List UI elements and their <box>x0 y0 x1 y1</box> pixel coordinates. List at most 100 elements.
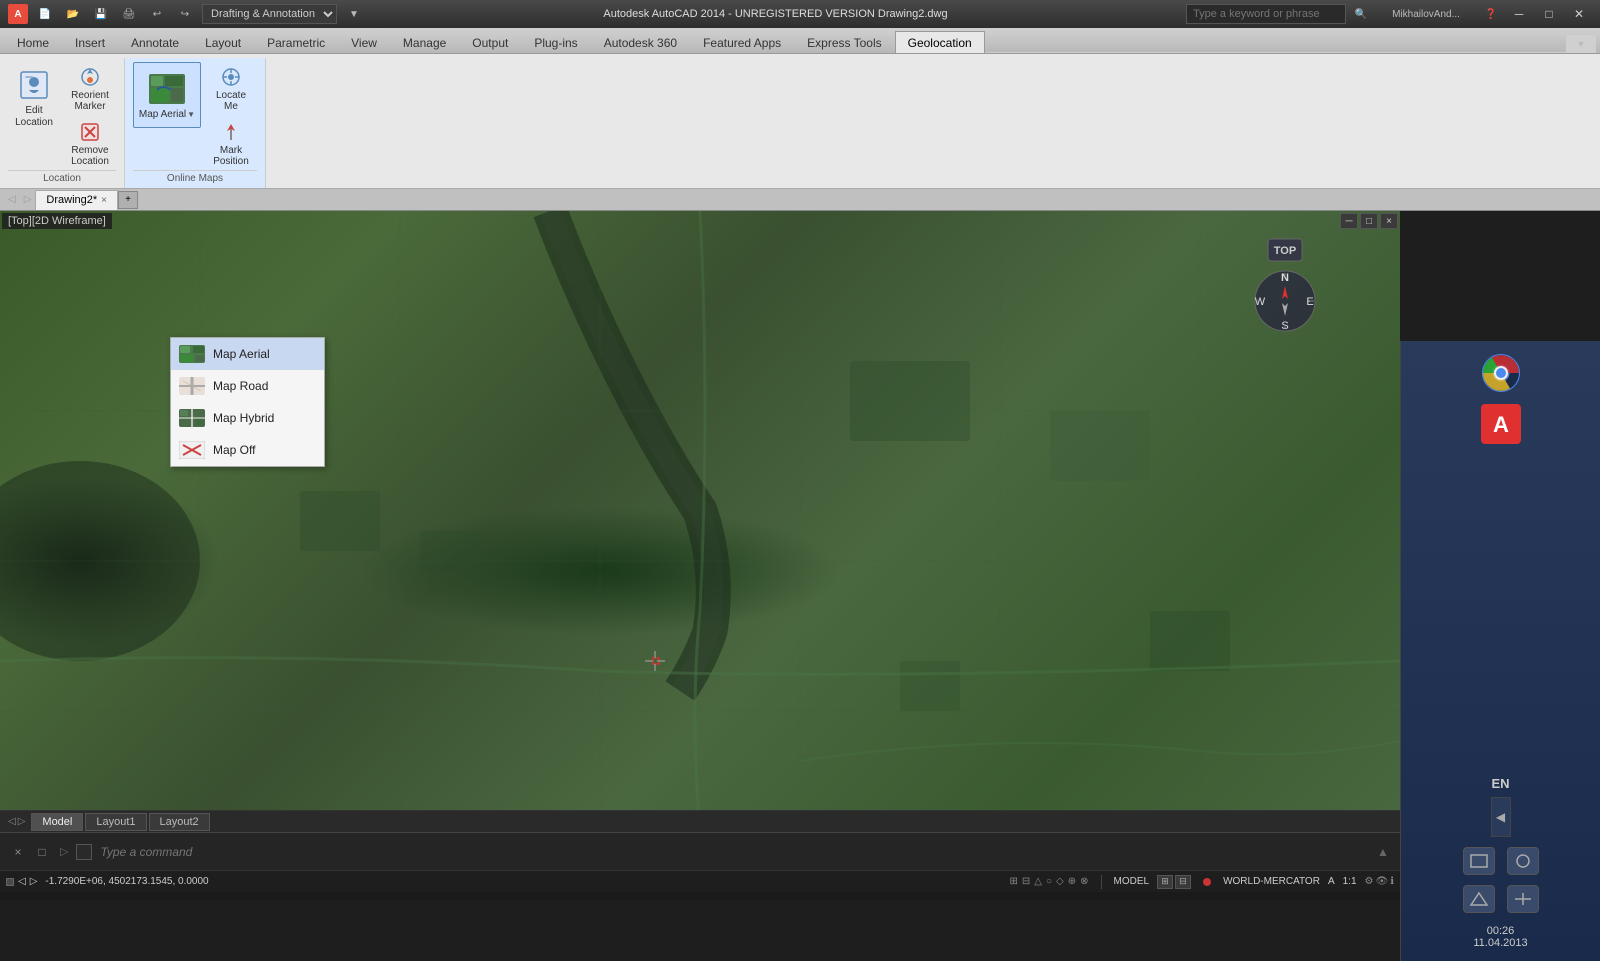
mark-position-button[interactable]: MarkPosition <box>205 117 257 170</box>
command-close-icon[interactable]: × <box>8 842 28 862</box>
workspace-select[interactable]: Drafting & Annotation <box>202 4 337 24</box>
map-off-menu-icon <box>179 440 205 460</box>
remove-location-button[interactable]: RemoveLocation <box>64 117 116 170</box>
status-icon-3[interactable]: △ <box>1034 876 1042 887</box>
compass-east: E <box>1306 296 1313 308</box>
search-input[interactable] <box>1186 4 1346 24</box>
titlebar-right: 🔍 MikhailovAnd... ❓ ─ □ ✕ <box>1186 4 1592 24</box>
sidebar-btn-3[interactable] <box>1463 885 1495 913</box>
time-text: 00:26 <box>1473 925 1527 937</box>
nav-prev-layout[interactable]: ◁ <box>8 816 16 827</box>
ribbon-group-map: Map Aerial ▼ <box>125 58 266 188</box>
tab-layout2[interactable]: Layout2 <box>149 813 210 831</box>
sidebar-icon-row2 <box>1459 881 1543 917</box>
model-icon-2[interactable]: ⊟ <box>1175 875 1191 889</box>
viewport-minimize[interactable]: ─ <box>1340 213 1358 229</box>
command-prompt-icon: ▷ <box>56 845 72 858</box>
locate-me-icon <box>219 65 243 89</box>
qat-redo[interactable]: ↪ <box>174 5 196 23</box>
qat-undo[interactable]: ↩ <box>146 5 168 23</box>
title-text: Autodesk AutoCAD 2014 - UNREGISTERED VER… <box>365 8 1186 20</box>
menu-item-map-off[interactable]: Map Off <box>171 434 324 466</box>
status-icon-5[interactable]: ◇ <box>1056 876 1064 887</box>
sidebar-collapse-button[interactable]: ◀ <box>1491 797 1511 837</box>
panel-toggle[interactable]: ▼ <box>1570 35 1592 53</box>
tab-plugins[interactable]: Plug-ins <box>521 31 590 53</box>
tab-layout[interactable]: Layout <box>192 31 254 53</box>
qat-dropdown[interactable]: ▼ <box>343 5 365 23</box>
coordinates-display: -1.7290E+06, 4502173.1545, 0.0000 <box>45 876 208 887</box>
tab-manage[interactable]: Manage <box>390 31 459 53</box>
time-display: 00:26 11.04.2013 <box>1473 925 1527 949</box>
qat-new[interactable]: 📄 <box>34 5 56 23</box>
minimize-button[interactable]: ─ <box>1506 5 1532 23</box>
locate-me-label: LocateMe <box>216 90 246 112</box>
tab-view[interactable]: View <box>338 31 390 53</box>
status-nav-left[interactable]: ◁ <box>18 876 26 887</box>
qat-plot[interactable]: 🖨 <box>118 5 140 23</box>
status-icon-4[interactable]: ○ <box>1046 876 1052 887</box>
status-bar: ◁ ▷ -1.7290E+06, 4502173.1545, 0.0000 ⊞ … <box>0 870 1400 892</box>
tab-model[interactable]: Model <box>31 813 83 831</box>
tab-bar: Home Insert Annotate Layout Parametric V… <box>0 28 1600 54</box>
qat-open[interactable]: 📂 <box>62 5 84 23</box>
command-scroll-up[interactable]: ▲ <box>1374 843 1392 861</box>
tab-geolocation[interactable]: Geolocation <box>895 31 985 53</box>
maximize-button[interactable]: □ <box>1536 5 1562 23</box>
doc-tab-drawing2[interactable]: Drawing2* × <box>35 190 118 210</box>
tab-featured[interactable]: Featured Apps <box>690 31 794 53</box>
tab-home[interactable]: Home <box>4 31 62 53</box>
menu-item-map-hybrid[interactable]: Map Hybrid <box>171 402 324 434</box>
remove-location-label: RemoveLocation <box>71 145 109 167</box>
command-input[interactable] <box>100 845 1370 859</box>
settings-icon[interactable]: ⚙ <box>1365 876 1374 887</box>
map-label: WORLD-MERCATOR <box>1223 876 1320 887</box>
viewport-maximize[interactable]: □ <box>1360 213 1378 229</box>
nav-left-icon[interactable]: ◁ <box>4 194 20 205</box>
status-icon-7[interactable]: ⊗ <box>1080 876 1088 887</box>
reorient-marker-button[interactable]: ReorientMarker <box>64 62 116 115</box>
map-buttons: Map Aerial ▼ <box>133 62 257 170</box>
map-aerial-button[interactable]: Map Aerial ▼ <box>133 62 201 128</box>
edit-location-button[interactable]: EditLocation <box>8 62 60 134</box>
status-icon-2[interactable]: ⊟ <box>1022 876 1030 887</box>
nav-right-icon[interactable]: ▷ <box>20 194 36 205</box>
remove-location-icon <box>78 120 102 144</box>
info-icon[interactable]: ℹ <box>1390 876 1394 887</box>
browser-icon[interactable] <box>1481 353 1521 396</box>
tab-parametric[interactable]: Parametric <box>254 31 338 53</box>
tab-autodesk360[interactable]: Autodesk 360 <box>591 31 690 53</box>
language-badge[interactable]: EN <box>1491 776 1509 791</box>
menu-item-map-road[interactable]: Map Road <box>171 370 324 402</box>
command-bar: × □ ▷ ▲ <box>0 832 1400 870</box>
viewport-controls: ─ □ × <box>1340 213 1398 229</box>
ribbon-content: EditLocation ReorientMarker <box>0 54 1600 188</box>
command-expand-icon[interactable]: □ <box>32 842 52 862</box>
status-icon-1[interactable]: ⊞ <box>1010 876 1018 887</box>
user-label[interactable]: MikhailovAnd... <box>1376 5 1476 23</box>
qat-save[interactable]: 💾 <box>90 5 112 23</box>
locate-me-button[interactable]: LocateMe <box>205 62 257 115</box>
sidebar-btn-2[interactable] <box>1507 847 1539 875</box>
tab-insert[interactable]: Insert <box>62 31 118 53</box>
autodesk-sidebar-icon[interactable]: A <box>1481 404 1521 447</box>
nav-next-layout[interactable]: ▷ <box>18 816 26 827</box>
doc-tab-close-icon[interactable]: × <box>101 195 107 206</box>
menu-item-map-aerial[interactable]: Map Aerial <box>171 338 324 370</box>
help-icon[interactable]: ❓ <box>1480 5 1502 23</box>
sidebar-btn-4[interactable] <box>1507 885 1539 913</box>
sidebar-btn-1[interactable] <box>1463 847 1495 875</box>
tab-express[interactable]: Express Tools <box>794 31 894 53</box>
titlebar-left: A 📄 📂 💾 🖨 ↩ ↪ Drafting & Annotation ▼ <box>8 4 365 24</box>
tab-layout1[interactable]: Layout1 <box>85 813 146 831</box>
tab-output[interactable]: Output <box>459 31 521 53</box>
viewport-close[interactable]: × <box>1380 213 1398 229</box>
close-button[interactable]: ✕ <box>1566 5 1592 23</box>
new-tab-button[interactable]: + <box>118 191 138 209</box>
tab-annotate[interactable]: Annotate <box>118 31 192 53</box>
search-button[interactable]: 🔍 <box>1350 5 1372 23</box>
model-icon-1[interactable]: ⊞ <box>1157 875 1173 889</box>
status-nav-right[interactable]: ▷ <box>30 876 38 887</box>
view-icon[interactable]: 👁 <box>1375 876 1388 887</box>
status-icon-6[interactable]: ⊕ <box>1068 876 1076 887</box>
